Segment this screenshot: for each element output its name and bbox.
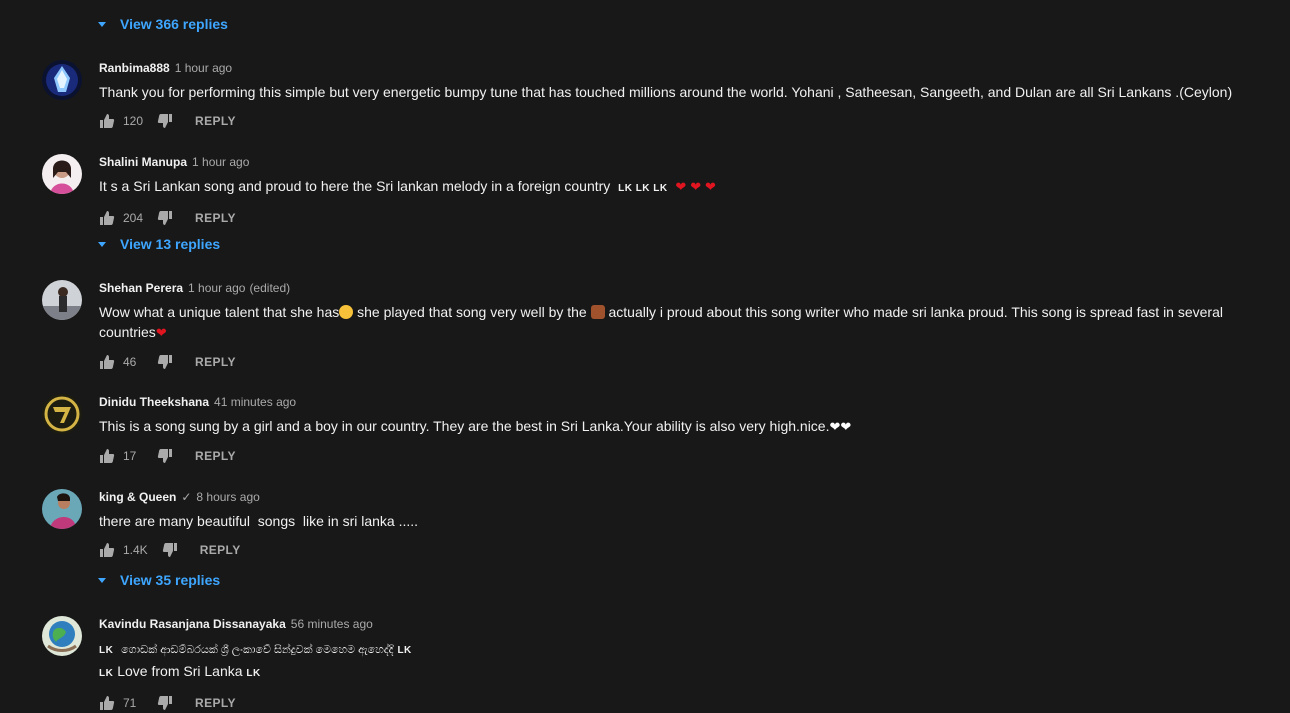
comment-text-part: Wow what a unique talent that she has	[99, 304, 340, 320]
comment-author[interactable]: Kavindu Rasanjana Dissanayaka	[99, 617, 286, 631]
view-replies-button[interactable]: View 13 replies	[98, 234, 220, 254]
comment-author[interactable]: Shalini Manupa	[99, 155, 187, 169]
heart-icon: ❤	[675, 179, 687, 194]
reply-button[interactable]: REPLY	[195, 355, 236, 369]
lk-flag-tags: LK LK LK	[618, 183, 668, 194]
white-heart-icon: ❤	[829, 419, 841, 434]
view-replies-label: View 366 replies	[120, 16, 228, 32]
star-eyes-emoji-icon	[339, 305, 354, 319]
comment-text: Thank you for performing this simple but…	[99, 84, 1233, 100]
heart-icon: ❤	[690, 179, 702, 194]
comment-author[interactable]: Ranbima888	[99, 61, 170, 75]
reply-button[interactable]: REPLY	[195, 211, 236, 225]
comment-time[interactable]: 8 hours ago	[196, 490, 259, 504]
comment-author[interactable]: king & Queen	[99, 490, 176, 504]
avatar[interactable]	[42, 394, 82, 434]
verified-check-icon: ✓	[181, 490, 192, 504]
reply-button[interactable]: REPLY	[195, 696, 236, 710]
comment-text-part: she played that song very well by the	[353, 304, 591, 320]
view-replies-label: View 35 replies	[120, 572, 221, 588]
comment-text: there are many beautiful songs like in s…	[99, 513, 419, 529]
like-count: 1.4K	[123, 543, 148, 557]
thumb-up-icon[interactable]	[99, 113, 115, 129]
comment-author[interactable]: Dinidu Theekshana	[99, 395, 209, 409]
like-count: 71	[123, 696, 137, 710]
thumb-down-icon[interactable]	[157, 210, 173, 226]
thumb-down-icon[interactable]	[157, 113, 173, 129]
avatar[interactable]	[42, 280, 82, 320]
caret-down-icon	[98, 578, 106, 583]
thumb-up-icon[interactable]	[99, 354, 115, 370]
heart-icon: ❤	[705, 179, 716, 194]
comment-author[interactable]: Shehan Perera	[99, 281, 183, 295]
cut-off-toolbar	[98, 0, 298, 4]
lk-flag-tag: LK	[397, 645, 412, 656]
caret-down-icon	[98, 22, 106, 27]
thumb-up-icon[interactable]	[99, 542, 115, 558]
like-count: 17	[123, 449, 137, 463]
like-count: 120	[123, 114, 144, 128]
comment-text-sinhala: ගොඩක් ආඩම්බරයක් ශ්‍රී ලංකාවේ සින්දුවක් ම…	[121, 644, 394, 656]
comment-text: It s a Sri Lankan song and proud to here…	[99, 176, 1270, 199]
caret-down-icon	[98, 242, 106, 247]
edited-label: (edited)	[249, 281, 291, 295]
thumb-down-icon[interactable]	[162, 542, 178, 558]
comment-text: LK ගොඩක් ආඩම්බරයක් ශ්‍රී ලංකාවේ සින්දුවක…	[99, 638, 1270, 684]
thumb-up-icon[interactable]	[99, 210, 115, 226]
like-count: 204	[123, 211, 144, 225]
violin-emoji-icon	[590, 305, 605, 319]
comment-text-english: Love from Sri Lanka	[117, 663, 243, 679]
thumb-up-icon[interactable]	[99, 448, 115, 464]
white-heart-icon: ❤	[840, 419, 852, 434]
avatar[interactable]	[42, 154, 82, 194]
like-count: 46	[123, 355, 137, 369]
comment-text: This is a song sung by a girl and a boy …	[99, 416, 1270, 437]
thumb-down-icon[interactable]	[157, 448, 173, 464]
view-replies-button[interactable]: View 366 replies	[98, 14, 228, 34]
view-replies-label: View 13 replies	[120, 236, 221, 252]
comment-time[interactable]: 1 hour ago	[192, 155, 249, 169]
view-replies-button[interactable]: View 35 replies	[98, 570, 220, 590]
avatar[interactable]	[42, 60, 82, 100]
comment-text: Wow what a unique talent that she has sh…	[99, 302, 1270, 343]
avatar[interactable]	[42, 616, 82, 656]
comment-time[interactable]: 1 hour ago	[175, 61, 232, 75]
lk-flag-tag: LK	[246, 668, 261, 679]
comment-text-body: It s a Sri Lankan song and proud to here…	[99, 178, 611, 194]
comment-time[interactable]: 1 hour ago	[188, 281, 245, 295]
reply-button[interactable]: REPLY	[200, 543, 241, 557]
thumb-down-icon[interactable]	[157, 354, 173, 370]
comment-text-body: This is a song sung by a girl and a boy …	[99, 418, 830, 434]
lk-flag-tag: LK	[99, 645, 114, 656]
heart-icon: ❤	[155, 325, 167, 340]
reply-button[interactable]: REPLY	[195, 449, 236, 463]
comment-time[interactable]: 56 minutes ago	[291, 617, 373, 631]
lk-flag-tag: LK	[99, 668, 114, 679]
reply-button[interactable]: REPLY	[195, 114, 236, 128]
avatar[interactable]	[42, 489, 82, 529]
comment-time[interactable]: 41 minutes ago	[214, 395, 296, 409]
